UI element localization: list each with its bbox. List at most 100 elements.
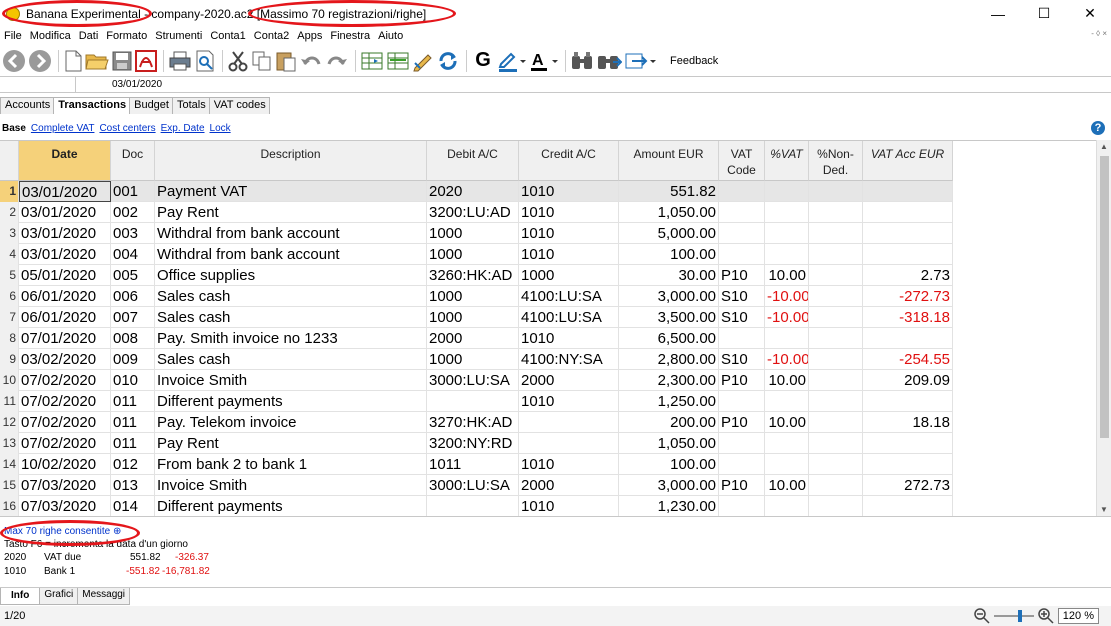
cell-date[interactable]: 07/02/2020	[19, 412, 111, 433]
cell-amount[interactable]: 3,000.00	[619, 286, 719, 307]
cell-credit-account[interactable]: 1010	[519, 496, 619, 516]
view-lock[interactable]: Lock	[210, 123, 231, 134]
new-file-icon[interactable]	[63, 48, 83, 74]
cell-amount[interactable]: 200.00	[619, 412, 719, 433]
column-header-credit[interactable]: Credit A/C	[519, 141, 619, 181]
cell-date[interactable]: 07/01/2020	[19, 328, 111, 349]
row-number[interactable]: 5	[0, 265, 19, 286]
cell-vat-account-amount[interactable]	[863, 202, 953, 223]
edit-icon[interactable]	[412, 48, 434, 74]
cell-date[interactable]: 03/01/2020	[19, 244, 111, 265]
cell-vat-account-amount[interactable]	[863, 496, 953, 516]
cell-vat-percent[interactable]	[765, 496, 809, 516]
font-color-icon[interactable]: A	[529, 48, 559, 74]
cell-amount[interactable]: 2,300.00	[619, 370, 719, 391]
cell-vat-code[interactable]	[719, 202, 765, 223]
pdf-icon[interactable]	[135, 48, 157, 74]
cell-description[interactable]: Payment VAT	[155, 181, 427, 202]
cell-credit-account[interactable]: 1000	[519, 265, 619, 286]
cell-vat-account-amount[interactable]: 272.73	[863, 475, 953, 496]
find-next-icon[interactable]	[596, 48, 622, 74]
cell-amount[interactable]: 100.00	[619, 454, 719, 475]
zoom-level[interactable]: 120 %	[1057, 608, 1099, 624]
cell-credit-account[interactable]	[519, 433, 619, 454]
table-row[interactable]: 9 03/02/2020 009 Sales cash 1000 4100:NY:SA 2,…	[0, 349, 953, 370]
menu-finestra[interactable]: Finestra	[326, 30, 374, 42]
cell-amount[interactable]: 3,500.00	[619, 307, 719, 328]
menu-formato[interactable]: Formato	[102, 30, 151, 42]
cell-doc[interactable]: 014	[111, 496, 155, 516]
cell-credit-account[interactable]: 1010	[519, 391, 619, 412]
cell-debit-account[interactable]: 3270:HK:AD	[427, 412, 519, 433]
cell-vat-code[interactable]: P10	[719, 475, 765, 496]
row-number[interactable]: 2	[0, 202, 19, 223]
cell-vat-account-amount[interactable]: -318.18	[863, 307, 953, 328]
column-header-amount[interactable]: Amount EUR	[619, 141, 719, 181]
cell-vat-percent[interactable]: -10.00	[765, 349, 809, 370]
cell-debit-account[interactable]: 1000	[427, 307, 519, 328]
cell-vat-percent[interactable]	[765, 433, 809, 454]
forward-icon[interactable]	[28, 48, 52, 74]
cell-non-deductible[interactable]	[809, 223, 863, 244]
copy-icon[interactable]	[251, 48, 273, 74]
cell-description[interactable]: Sales cash	[155, 286, 427, 307]
cell-vat-code[interactable]	[719, 433, 765, 454]
table-row[interactable]: 3 03/01/2020 003 Withdral from bank account…	[0, 223, 953, 244]
table-row[interactable]: 12 07/02/2020 011 Pay. Telekom invoice 3270:…	[0, 412, 953, 433]
cell-description[interactable]: Office supplies	[155, 265, 427, 286]
cell-date[interactable]: 05/01/2020	[19, 265, 111, 286]
cell-vat-account-amount[interactable]: -272.73	[863, 286, 953, 307]
cell-vat-percent[interactable]	[765, 244, 809, 265]
cell-vat-account-amount[interactable]	[863, 223, 953, 244]
open-folder-icon[interactable]	[85, 48, 109, 74]
cell-debit-account[interactable]: 1000	[427, 349, 519, 370]
menu-conta1[interactable]: Conta1	[206, 30, 249, 42]
cell-date[interactable]: 07/02/2020	[19, 391, 111, 412]
cell-vat-percent[interactable]	[765, 223, 809, 244]
cell-vat-account-amount[interactable]	[863, 181, 953, 202]
cell-description[interactable]: Different payments	[155, 496, 427, 516]
menu-dati[interactable]: Dati	[75, 30, 103, 42]
cell-description[interactable]: Invoice Smith	[155, 475, 427, 496]
row-number[interactable]: 11	[0, 391, 19, 412]
table-row[interactable]: 16 07/03/2020 014 Different payments 1010 1,2…	[0, 496, 953, 516]
cell-vat-percent[interactable]: 10.00	[765, 412, 809, 433]
cell-vat-account-amount[interactable]: 18.18	[863, 412, 953, 433]
cell-vat-percent[interactable]	[765, 454, 809, 475]
cell-reference-box[interactable]	[0, 77, 76, 92]
table-row[interactable]: 15 07/03/2020 013 Invoice Smith 3000:LU:SA 20…	[0, 475, 953, 496]
cell-credit-account[interactable]: 1010	[519, 223, 619, 244]
cell-non-deductible[interactable]	[809, 370, 863, 391]
cell-description[interactable]: Pay. Smith invoice no 1233	[155, 328, 427, 349]
cell-amount[interactable]: 5,000.00	[619, 223, 719, 244]
row-number[interactable]: 12	[0, 412, 19, 433]
tab-messaggi[interactable]: Messaggi	[77, 588, 131, 605]
view-complete-vat[interactable]: Complete VAT	[31, 123, 95, 134]
column-header-vat-account-amount[interactable]: VAT Acc EUR	[863, 141, 953, 181]
cell-date[interactable]: 03/01/2020	[19, 181, 111, 202]
cell-description[interactable]: Withdral from bank account	[155, 223, 427, 244]
cell-vat-code[interactable]: S10	[719, 349, 765, 370]
cell-vat-code[interactable]	[719, 391, 765, 412]
scrollbar-thumb[interactable]	[1100, 156, 1109, 438]
cell-debit-account[interactable]	[427, 496, 519, 516]
tab-info[interactable]: Info	[0, 588, 41, 605]
cell-amount[interactable]: 1,250.00	[619, 391, 719, 412]
row-number[interactable]: 6	[0, 286, 19, 307]
cell-date[interactable]: 06/01/2020	[19, 307, 111, 328]
table-row[interactable]: 4 03/01/2020 004 Withdral from bank account…	[0, 244, 953, 265]
scroll-up-icon[interactable]: ▲	[1100, 142, 1108, 151]
cell-credit-account[interactable]: 1010	[519, 454, 619, 475]
cell-vat-code[interactable]	[719, 223, 765, 244]
cell-non-deductible[interactable]	[809, 202, 863, 223]
cell-debit-account[interactable]: 3200:NY:RD	[427, 433, 519, 454]
cell-non-deductible[interactable]	[809, 412, 863, 433]
cell-vat-code[interactable]	[719, 454, 765, 475]
cell-vat-percent[interactable]: 10.00	[765, 370, 809, 391]
highlight-icon[interactable]	[497, 48, 527, 74]
cell-vat-account-amount[interactable]: 209.09	[863, 370, 953, 391]
help-icon[interactable]: ?	[1091, 121, 1105, 135]
menu-aiuto[interactable]: Aiuto	[374, 30, 407, 42]
cell-description[interactable]: Sales cash	[155, 349, 427, 370]
column-header-non-deductible[interactable]: %Non- Ded.	[809, 141, 863, 181]
